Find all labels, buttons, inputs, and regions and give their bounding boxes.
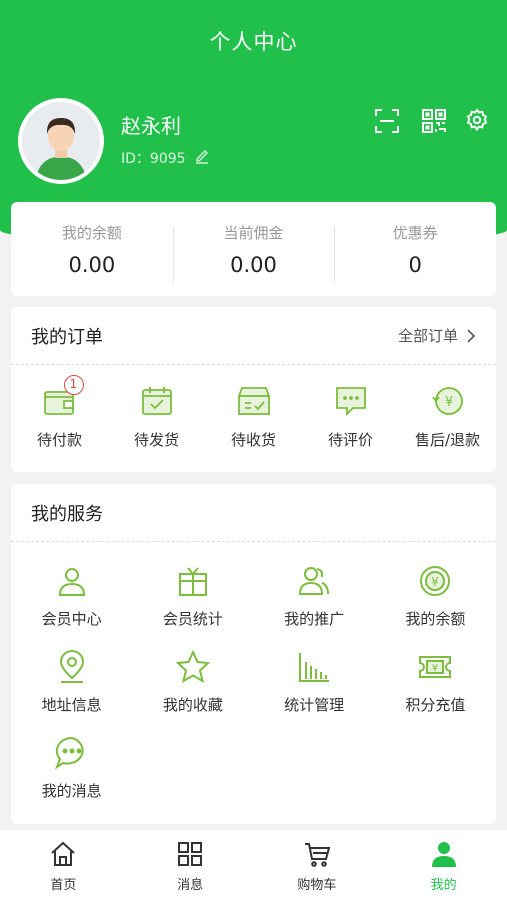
- service-label: 会员中心: [41, 610, 102, 628]
- calendar-check-icon: [139, 383, 175, 419]
- services-header: 我的服务: [11, 484, 496, 542]
- user-id: ID：9095: [121, 151, 186, 167]
- service-member-stats[interactable]: 会员统计: [132, 562, 253, 648]
- tab-label: 购物车: [297, 878, 337, 893]
- avatar-image: [22, 102, 100, 180]
- stats-card: 我的余额 0.00 当前佣金 0.00 优惠券 0: [11, 202, 496, 296]
- service-label: 我的推广: [284, 610, 345, 628]
- order-label: 售后/退款: [414, 431, 481, 449]
- bar-chart-icon: [295, 648, 333, 686]
- service-label: 会员统计: [162, 610, 223, 628]
- service-label: 统计管理: [284, 696, 345, 714]
- orders-card: 我的订单 全部订单 1 待付款 待发货 待收货 待评价 ¥ 售后/退款: [11, 307, 496, 472]
- order-to-ship[interactable]: 待发货: [108, 383, 205, 450]
- gift-icon: [174, 562, 212, 600]
- message-icon: [53, 734, 91, 772]
- star-icon: [174, 648, 212, 686]
- cart-icon: [303, 840, 331, 868]
- tab-label: 消息: [177, 878, 204, 893]
- page-title: 个人中心: [209, 30, 298, 54]
- wallet-icon: 1: [42, 375, 84, 419]
- order-label: 待发货: [133, 431, 179, 449]
- section-title: 我的订单: [31, 326, 103, 348]
- tab-me[interactable]: 我的: [380, 830, 507, 900]
- tab-messages[interactable]: 消息: [127, 830, 254, 900]
- grid-icon: [176, 840, 204, 868]
- refund-icon: ¥: [430, 383, 466, 419]
- user-icon: [53, 562, 91, 600]
- tab-home[interactable]: 首页: [0, 830, 127, 900]
- person-icon: [430, 840, 458, 868]
- service-points-recharge[interactable]: ¥ 积分充值: [375, 648, 496, 734]
- edit-icon[interactable]: [194, 148, 210, 168]
- order-label: 待评价: [327, 431, 373, 449]
- stat-value: 0: [408, 252, 422, 277]
- tab-label: 我的: [430, 878, 457, 893]
- qrcode-icon[interactable]: [421, 108, 447, 134]
- chevron-right-icon: [467, 328, 476, 343]
- badge-count: 1: [63, 375, 84, 395]
- service-stats-management[interactable]: 统计管理: [254, 648, 375, 734]
- tab-label: 首页: [50, 878, 77, 893]
- order-label: 待付款: [36, 431, 82, 449]
- home-icon: [49, 840, 77, 868]
- user-id-row: ID：9095: [121, 148, 210, 168]
- bottom-tab-bar: 首页 消息 购物车 我的: [0, 830, 507, 900]
- service-label: 积分充值: [405, 696, 466, 714]
- order-pending-payment[interactable]: 1 待付款: [11, 375, 108, 450]
- service-promotion[interactable]: 我的推广: [254, 562, 375, 648]
- service-balance[interactable]: ¥ 我的余额: [375, 562, 496, 648]
- services-card: 我的服务 会员中心 会员统计 我的推广 ¥ 我的余额 地址信息 我的收藏 统计管…: [11, 484, 496, 824]
- chat-icon: [333, 383, 369, 419]
- stat-balance[interactable]: 我的余额 0.00: [11, 222, 173, 277]
- all-orders-label: 全部订单: [397, 327, 458, 345]
- service-messages[interactable]: 我的消息: [11, 734, 132, 820]
- stat-value: 0.00: [68, 252, 116, 277]
- svg-text:¥: ¥: [444, 395, 452, 410]
- svg-text:¥: ¥: [432, 663, 438, 674]
- service-member-center[interactable]: 会员中心: [11, 562, 132, 648]
- coin-icon: ¥: [416, 562, 454, 600]
- stat-label: 当前佣金: [223, 223, 284, 242]
- order-label: 待收货: [230, 431, 276, 449]
- all-orders-link[interactable]: 全部订单: [398, 325, 476, 346]
- svg-text:¥: ¥: [432, 575, 440, 589]
- stat-commission[interactable]: 当前佣金 0.00: [172, 222, 335, 282]
- service-address[interactable]: 地址信息: [11, 648, 132, 734]
- service-label: 我的收藏: [162, 696, 223, 714]
- avatar[interactable]: [18, 98, 104, 184]
- order-refund[interactable]: ¥ 售后/退款: [399, 383, 496, 450]
- home-indicator: [0, 896, 507, 900]
- stat-value: 0.00: [230, 252, 277, 277]
- service-label: 地址信息: [41, 696, 102, 714]
- stat-label: 我的余额: [61, 223, 122, 242]
- tab-cart[interactable]: 购物车: [254, 830, 381, 900]
- section-title: 我的服务: [31, 503, 103, 525]
- orders-header: 我的订单 全部订单: [11, 307, 496, 365]
- settings-icon[interactable]: [465, 108, 491, 134]
- scan-icon[interactable]: [374, 108, 400, 134]
- order-to-review[interactable]: 待评价: [302, 383, 399, 450]
- order-to-receive[interactable]: 待收货: [205, 383, 302, 450]
- location-icon: [53, 648, 91, 686]
- service-label: 我的余额: [405, 610, 466, 628]
- box-icon: [236, 383, 272, 419]
- service-favorites[interactable]: 我的收藏: [132, 648, 253, 734]
- stat-coupons[interactable]: 优惠券 0: [334, 222, 496, 282]
- stat-label: 优惠券: [392, 223, 438, 242]
- user-name: 赵永利: [121, 114, 181, 138]
- users-icon: [295, 562, 333, 600]
- service-label: 我的消息: [41, 782, 102, 800]
- ticket-icon: ¥: [416, 648, 454, 686]
